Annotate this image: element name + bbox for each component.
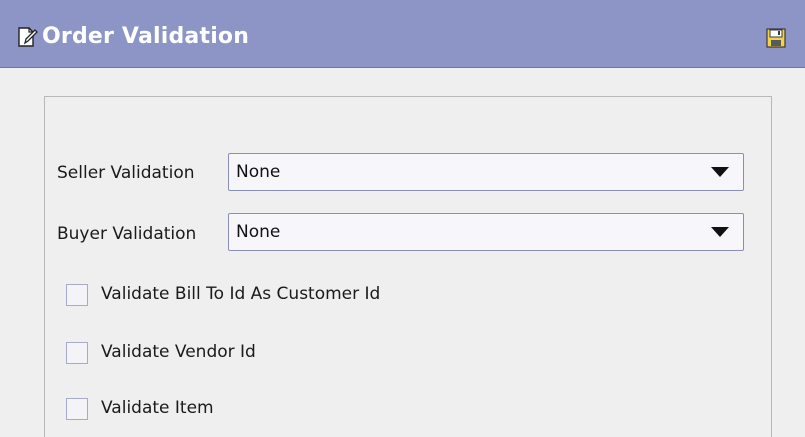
validate-item-label: Validate Item	[101, 398, 214, 418]
buyer-validation-select[interactable]: None	[228, 213, 744, 251]
seller-validation-select[interactable]: None	[228, 153, 744, 191]
validate-vendor-checkbox[interactable]	[66, 342, 88, 364]
buyer-validation-value: None	[236, 222, 281, 242]
validate-bill-to-checkbox[interactable]	[66, 284, 88, 306]
page-title: Order Validation	[42, 24, 250, 49]
seller-validation-label: Seller Validation	[57, 163, 195, 183]
chevron-down-icon[interactable]	[711, 227, 729, 237]
title-bar: Order Validation	[0, 0, 805, 68]
buyer-validation-label: Buyer Validation	[57, 224, 197, 244]
content-area	[0, 68, 805, 437]
seller-validation-value: None	[236, 162, 281, 182]
validate-vendor-label: Validate Vendor Id	[101, 342, 256, 362]
validate-bill-to-label: Validate Bill To Id As Customer Id	[101, 284, 381, 304]
validation-group-panel	[44, 96, 772, 437]
order-validation-window: Order Validation Seller Validation None …	[0, 0, 805, 437]
edit-document-icon	[16, 26, 38, 48]
save-disk-icon[interactable]	[766, 28, 786, 48]
validate-item-checkbox[interactable]	[66, 398, 88, 420]
chevron-down-icon[interactable]	[711, 167, 729, 177]
